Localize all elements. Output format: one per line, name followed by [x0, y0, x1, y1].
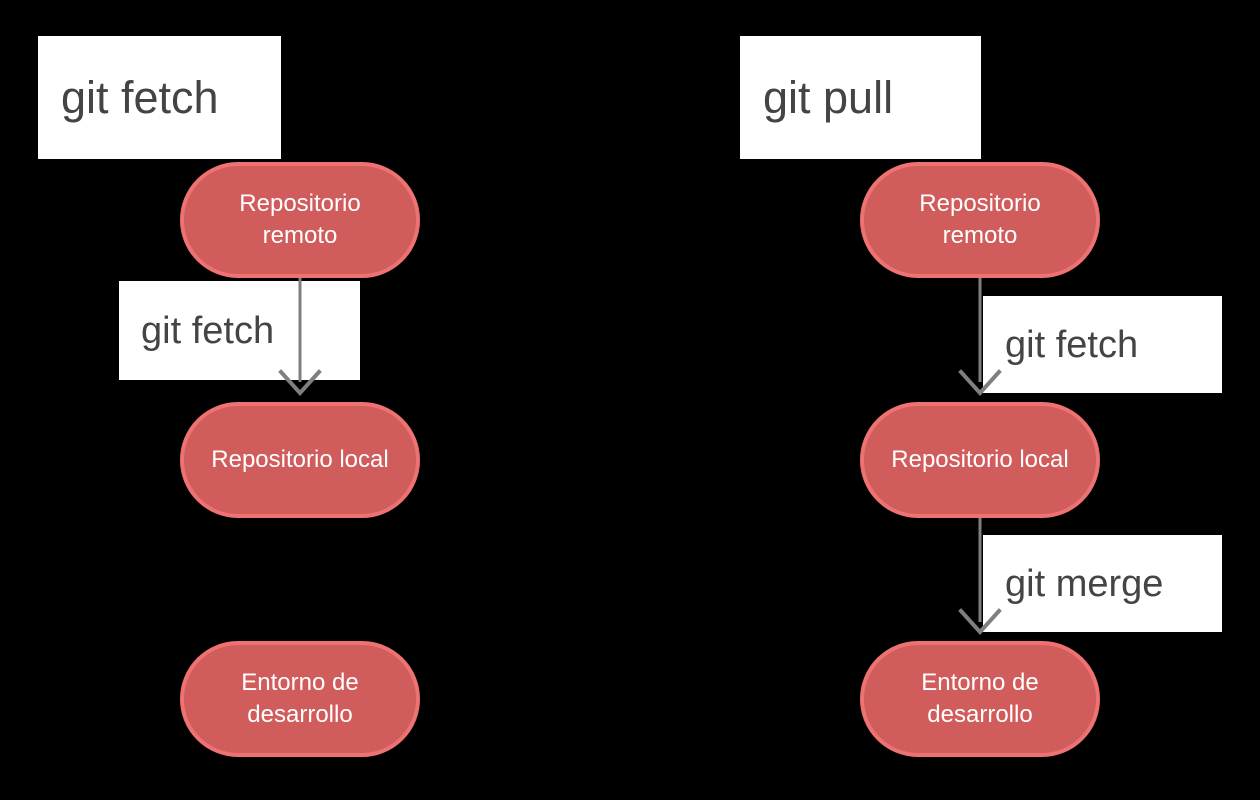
edge-label-card-left-git-fetch: git fetch: [119, 281, 360, 380]
edge-label-card-right-git-merge: git merge: [983, 535, 1222, 632]
node-label: Repositorio remoto: [919, 189, 1041, 249]
node-remote-repo-right[interactable]: Repositorio remoto: [860, 162, 1100, 278]
node-dev-environment-left[interactable]: Entorno de desarrollo: [180, 641, 420, 757]
column-title-card-git-pull: git pull: [740, 36, 981, 159]
node-local-repo-right[interactable]: Repositorio local: [860, 402, 1100, 518]
edge-label-right-git-fetch: git fetch: [1005, 323, 1139, 366]
diagram-canvas: git fetch Repositorio remoto git fetch R…: [0, 0, 1260, 800]
edge-label-right-git-merge: git merge: [1005, 562, 1164, 605]
node-label: Entorno de desarrollo: [921, 668, 1039, 728]
node-label: Repositorio remoto: [239, 189, 361, 249]
edge-label-left-git-fetch: git fetch: [141, 309, 275, 352]
edge-label-card-right-git-fetch: git fetch: [983, 296, 1222, 393]
node-dev-environment-right[interactable]: Entorno de desarrollo: [860, 641, 1100, 757]
column-title-card-git-fetch: git fetch: [38, 36, 281, 159]
node-label: Repositorio local: [211, 445, 389, 473]
node-label: Entorno de desarrollo: [241, 668, 359, 728]
column-title-git-fetch: git fetch: [61, 72, 219, 123]
node-label: Repositorio local: [891, 445, 1069, 473]
node-remote-repo-left[interactable]: Repositorio remoto: [180, 162, 420, 278]
column-title-git-pull: git pull: [763, 72, 894, 123]
node-local-repo-left[interactable]: Repositorio local: [180, 402, 420, 518]
